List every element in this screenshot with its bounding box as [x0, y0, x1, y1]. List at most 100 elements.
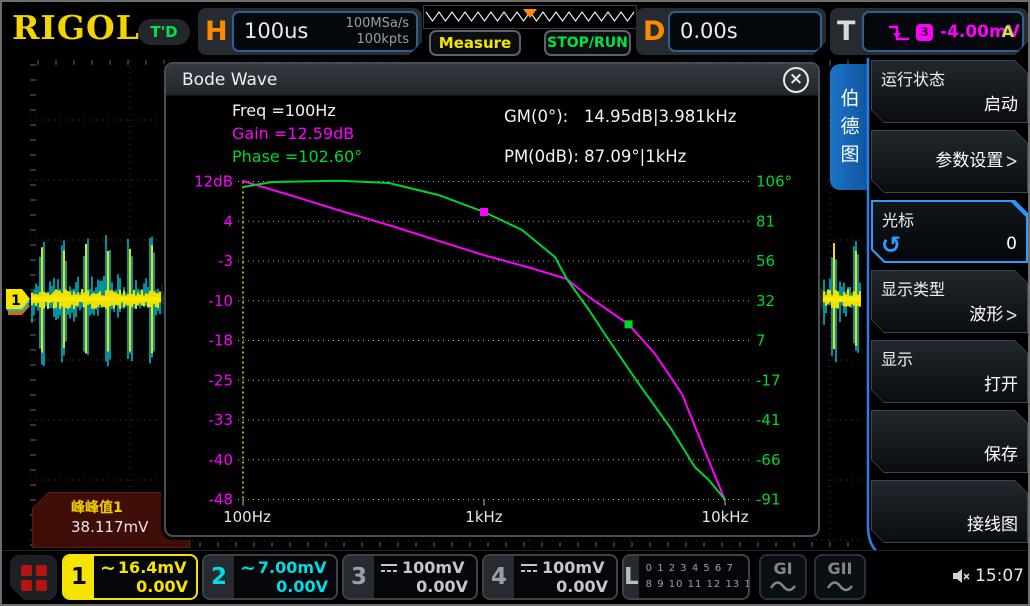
- menu-item-label: 显示类型: [881, 276, 945, 300]
- logic-channels-indicator[interactable]: L 0 1 2 3 4 5 6 7 8 9 10 11 12 13 14 15: [622, 554, 750, 600]
- channel-1-indicator[interactable]: 1 ~16.4mV 0.00V: [62, 554, 198, 600]
- bode-plot: 12dB106°481-356-1032-187-25-17-33-41-40-…: [166, 64, 818, 535]
- channel-2-offset: 0.00V: [276, 577, 328, 596]
- menu-grid-icon: [36, 580, 47, 591]
- ac-coupling-icon: ~: [100, 561, 116, 575]
- channel-1-scale: 16.4mV: [118, 558, 187, 577]
- svg-text:1: 1: [11, 293, 21, 309]
- menu-item-body: 光标 ↺ 0: [873, 202, 1026, 261]
- delay-value: 0.00s: [680, 19, 738, 43]
- acquisition-info: 100MSa/s 100kpts: [346, 16, 409, 48]
- menu-item-label: 显示: [881, 346, 913, 370]
- svg-text:-33: -33: [209, 411, 234, 429]
- svg-text:7: 7: [756, 332, 766, 350]
- menu-item-label: 光标: [882, 207, 914, 231]
- dc-coupling-icon: [520, 562, 538, 574]
- channel-4-offset: 0.00V: [556, 577, 608, 596]
- memory-depth: 100kpts: [346, 32, 409, 48]
- channel-2-indicator[interactable]: 2 ~7.00mV 0.00V: [202, 554, 338, 600]
- rigol-logo: RIGOL: [12, 8, 140, 47]
- knob-rotate-icon[interactable]: ↺: [881, 231, 901, 259]
- generator-1-label: GI: [773, 559, 792, 578]
- tab-bode-plot[interactable]: 伯德图: [830, 64, 868, 190]
- trigger-block[interactable]: T 3 -4.00mV A: [830, 8, 1028, 55]
- delay-block[interactable]: D 0.00s: [636, 8, 826, 55]
- menu-item-body: 显示类型 波形>: [872, 271, 1027, 332]
- generator-1-button[interactable]: GI: [759, 554, 807, 600]
- svg-text:1kHz: 1kHz: [465, 508, 503, 526]
- svg-text:100Hz: 100Hz: [223, 508, 271, 526]
- menu-item-cursor[interactable]: 光标 ↺ 0: [871, 200, 1028, 263]
- main-menu-button[interactable]: [10, 555, 57, 600]
- svg-text:-41: -41: [756, 411, 781, 429]
- channel-4-number: 4: [484, 556, 514, 598]
- svg-text:81: 81: [756, 212, 775, 230]
- menu-item-parameter-settings[interactable]: 参数设置>: [871, 130, 1028, 193]
- menu-item-run-state[interactable]: 运行状态 启动: [871, 60, 1028, 123]
- sine-wave-icon: [769, 578, 797, 592]
- menu-item-display[interactable]: 显示 打开: [871, 340, 1028, 403]
- delay-label: D: [643, 16, 665, 47]
- menu-item-value: 保存: [984, 440, 1018, 465]
- channel-4-indicator[interactable]: 4 100mV 0.00V: [482, 554, 618, 600]
- svg-text:-18: -18: [209, 332, 234, 350]
- svg-text:-40: -40: [209, 451, 234, 469]
- channel-3-offset: 0.00V: [416, 577, 468, 596]
- generator-2-button[interactable]: GII: [814, 554, 866, 600]
- menu-grid-icon: [36, 565, 47, 576]
- stop-run-button[interactable]: STOP/RUN: [544, 30, 631, 56]
- active-corner-fold: [1011, 202, 1026, 217]
- bottom-channel-bar: 1 ~16.4mV 0.00V 2 ~7.00mV 0.00V 3 100mV …: [2, 550, 1030, 606]
- horizontal-inner: 100us 100MSa/s 100kpts: [232, 11, 418, 52]
- chevron-right-icon: >: [1005, 149, 1018, 172]
- trigger-coupling: A: [1002, 22, 1014, 41]
- logic-row-1: 0 1 2 3 4 5 6 7: [646, 561, 750, 577]
- svg-text:-25: -25: [209, 371, 234, 389]
- waveform-overview-strip[interactable]: [423, 5, 637, 29]
- svg-text:10kHz: 10kHz: [702, 508, 749, 526]
- menu-item-save[interactable]: 保存: [871, 410, 1028, 473]
- dc-coupling-icon: [380, 562, 398, 574]
- menu-item-value: 打开: [984, 370, 1018, 395]
- menu-item-body: 参数设置>: [872, 131, 1027, 192]
- channel-2-scale: 7.00mV: [258, 558, 327, 577]
- svg-text:-66: -66: [756, 451, 781, 469]
- menu-item-wiring-diagram[interactable]: 接线图: [871, 480, 1028, 543]
- trigger-source-badge: 3: [916, 24, 933, 41]
- channel-3-indicator[interactable]: 3 100mV 0.00V: [342, 554, 478, 600]
- channel-3-values: 100mV 0.00V: [374, 556, 476, 598]
- status-clock: 15:07: [952, 566, 1024, 586]
- bode-menu: 运行状态 启动 参数设置> 光标 ↺ 0 显示类型 波形> 显: [871, 60, 1028, 543]
- chevron-right-icon: >: [1005, 303, 1018, 326]
- channel-3-number: 3: [344, 556, 374, 598]
- svg-text:-91: -91: [756, 491, 781, 509]
- horizontal-system-block[interactable]: H 100us 100MSa/s 100kpts: [198, 8, 422, 55]
- delay-inner: 0.00s: [668, 11, 822, 52]
- menu-item-display-type[interactable]: 显示类型 波形>: [871, 270, 1028, 333]
- timebase-value: 100us: [244, 19, 308, 43]
- top-status-bar: RIGOL T'D H 100us 100MSa/s 100kpts Measu…: [2, 2, 1030, 58]
- logic-channel-numbers: 0 1 2 3 4 5 6 7 8 9 10 11 12 13 14 15: [639, 556, 750, 598]
- svg-text:4: 4: [223, 212, 233, 230]
- menu-item-value: 接线图: [967, 510, 1018, 535]
- sample-rate: 100MSa/s: [346, 16, 409, 32]
- trigger-label: T: [837, 16, 855, 47]
- svg-text:-17: -17: [756, 371, 781, 389]
- channel-2-number: 2: [204, 556, 234, 598]
- svg-text:106°: 106°: [756, 173, 792, 191]
- menu-item-label: 运行状态: [881, 66, 945, 90]
- svg-text:56: 56: [756, 252, 775, 270]
- menu-grid-icon: [21, 580, 32, 591]
- sine-wave-icon: [826, 578, 854, 592]
- svg-text:-3: -3: [218, 252, 233, 270]
- logic-row-2: 8 9 10 11 12 13 14 15: [646, 577, 750, 593]
- trigger-status-badge: T'D: [138, 19, 190, 45]
- menu-item-body: 运行状态 启动: [872, 61, 1027, 122]
- horizontal-label: H: [205, 16, 228, 47]
- svg-text:-48: -48: [209, 491, 234, 509]
- measure-button[interactable]: Measure: [429, 30, 521, 56]
- menu-item-value: 0: [1006, 234, 1017, 254]
- menu-grid-icon: [21, 565, 32, 576]
- oscilloscope-screen: 1 峰峰值1 38.117mV Bode Wave × Freq =100Hz …: [0, 0, 1030, 606]
- menu-item-body: 显示 打开: [872, 341, 1027, 402]
